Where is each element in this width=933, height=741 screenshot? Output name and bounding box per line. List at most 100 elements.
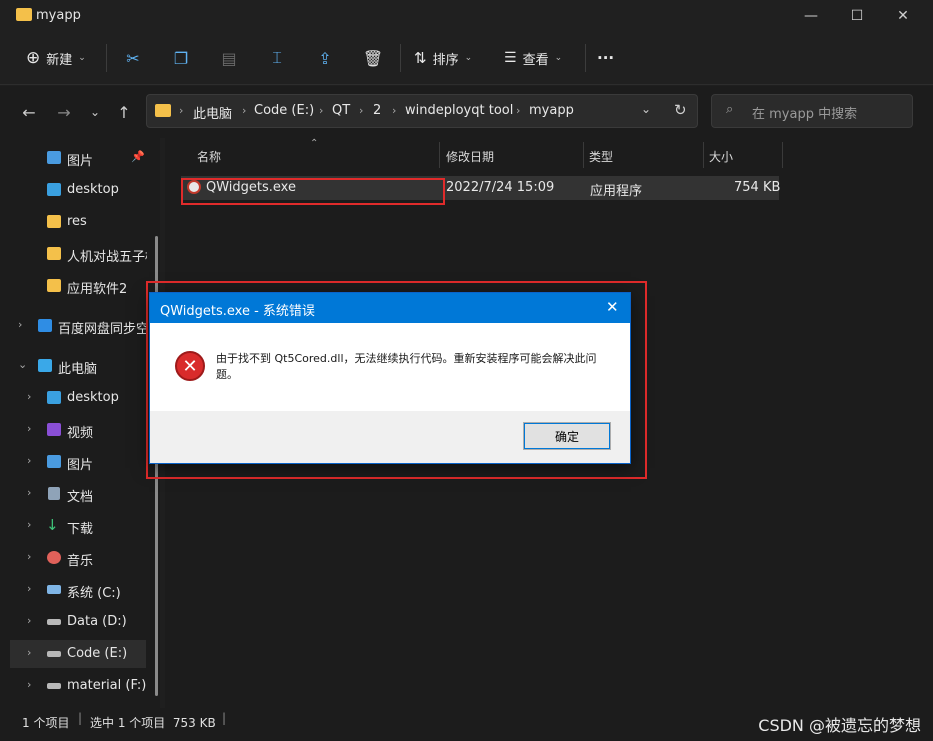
drive-icon — [47, 651, 61, 657]
breadcrumb-chevron-icon: › — [392, 104, 397, 117]
chevron-right-icon[interactable]: › — [18, 318, 22, 331]
paste-icon[interactable]: ▤ — [213, 42, 245, 74]
breadcrumb-item[interactable]: QT — [332, 103, 350, 118]
video-icon — [47, 423, 61, 436]
window-title: myapp — [36, 8, 81, 23]
chevron-right-icon[interactable]: › — [27, 582, 31, 595]
music-icon — [47, 551, 61, 564]
share-icon[interactable]: ⇪ — [309, 42, 341, 74]
chevron-right-icon[interactable]: › — [27, 454, 31, 467]
sidebar-item-drive-d[interactable]: › Data (D:) — [0, 608, 160, 636]
search-input[interactable]: ⌕ 在 myapp 中搜索 — [711, 94, 913, 128]
column-separator[interactable] — [583, 142, 584, 168]
more-options-button[interactable]: ··· — [597, 42, 614, 74]
minimize-icon[interactable]: — — [788, 0, 834, 32]
sidebar-item-drive-c[interactable]: › 系统 (C:) — [0, 576, 160, 604]
copy-icon[interactable]: ❐ — [165, 42, 197, 74]
selection-info: 选中 1 个项目 753 KB — [90, 716, 216, 730]
delete-icon[interactable]: 🗑 — [357, 42, 389, 74]
separator — [585, 44, 586, 72]
breadcrumb-item[interactable]: windeployqt tool — [405, 103, 513, 118]
chevron-down-icon: ⌄ — [464, 53, 473, 63]
breadcrumb-item[interactable]: Code (E:) — [254, 103, 314, 118]
chevron-down-icon[interactable]: ⌄ — [18, 358, 27, 371]
sidebar-item-pc-desktop[interactable]: › desktop — [0, 384, 160, 412]
new-button[interactable]: ⊕ 新建 ⌄ — [26, 42, 86, 74]
close-icon[interactable]: ✕ — [880, 0, 926, 32]
recent-chevron-icon[interactable]: ⌄ — [83, 100, 107, 124]
cut-icon[interactable]: ✂ — [117, 42, 149, 74]
chevron-right-icon[interactable]: › — [27, 390, 31, 403]
column-separator[interactable] — [439, 142, 440, 168]
sidebar-item-music[interactable]: › 音乐 — [0, 544, 160, 572]
refresh-icon[interactable]: ↻ — [674, 101, 687, 119]
folder-icon — [47, 215, 61, 228]
forward-arrow-icon[interactable]: → — [52, 100, 76, 124]
drive-icon — [47, 683, 61, 689]
search-icon: ⌕ — [726, 102, 734, 117]
search-placeholder: 在 myapp 中搜索 — [752, 107, 858, 122]
dialog-footer: 确定 — [150, 411, 630, 463]
address-dropdown-icon[interactable]: ⌄ — [641, 102, 651, 116]
breadcrumb-chevron-icon: › — [179, 104, 184, 117]
sidebar-item-pictures[interactable]: › 图片 — [0, 448, 160, 476]
pin-icon[interactable]: 📌 — [131, 150, 145, 163]
watermark-text: CSDN @被遗忘的梦想 — [758, 716, 921, 735]
cloud-icon — [38, 319, 52, 332]
back-arrow-icon[interactable]: ← — [17, 100, 41, 124]
separator — [400, 44, 401, 72]
breadcrumb-chevron-icon: › — [319, 104, 324, 117]
folder-icon — [47, 279, 61, 292]
dialog-title-bar[interactable]: QWidgets.exe - 系统错误 ✕ — [150, 293, 630, 323]
sort-button[interactable]: ⇅ 排序 ⌄ — [414, 42, 472, 74]
chevron-right-icon[interactable]: › — [27, 422, 31, 435]
sidebar-item-baidu-sync[interactable]: › 百度网盘同步空间 — [0, 312, 160, 340]
breadcrumb-item[interactable]: myapp — [529, 103, 574, 118]
breadcrumb-item[interactable]: 2 — [373, 103, 381, 118]
sidebar-item-pictures-pinned[interactable]: 图片 📌 — [0, 144, 160, 172]
sidebar-item-drive-f[interactable]: › material (F:) — [0, 672, 160, 700]
folder-icon — [155, 104, 171, 117]
column-header-size[interactable]: 大小 — [709, 148, 733, 172]
column-header-type[interactable]: 类型 — [589, 148, 613, 172]
chevron-right-icon[interactable]: › — [27, 678, 31, 691]
up-arrow-icon[interactable]: ↑ — [112, 100, 136, 124]
chevron-right-icon[interactable]: › — [27, 486, 31, 499]
file-size: 754 KB — [734, 180, 781, 195]
drive-c-icon — [47, 585, 61, 594]
pictures-icon — [47, 151, 61, 164]
chevron-down-icon: ⌄ — [78, 53, 86, 63]
dialog-body: ✕ 由于找不到 Qt5Cored.dll，无法继续执行代码。重新安装程序可能会解… — [150, 323, 630, 411]
sidebar-item-res[interactable]: res — [0, 208, 160, 236]
maximize-icon[interactable]: ☐ — [834, 0, 880, 32]
chevron-right-icon[interactable]: › — [27, 614, 31, 627]
address-bar[interactable]: › 此电脑 › Code (E:) › QT › 2 › windeployqt… — [146, 94, 698, 128]
command-bar: ⊕ 新建 ⌄ ✂ ❐ ▤ ⌶ ⇪ 🗑 ⇅ 排序 ⌄ ☰ 查看 ⌄ ··· — [0, 32, 933, 85]
column-separator[interactable] — [782, 142, 783, 168]
sidebar-item-apps2[interactable]: 应用软件2 — [0, 272, 160, 300]
close-icon[interactable]: ✕ — [606, 298, 619, 316]
chevron-right-icon[interactable]: › — [27, 646, 31, 659]
ok-button[interactable]: 确定 — [523, 422, 611, 450]
chevron-right-icon[interactable]: › — [27, 550, 31, 563]
breadcrumb-item[interactable]: 此电脑 — [193, 103, 232, 122]
column-header-name[interactable]: 名称 — [197, 148, 221, 172]
rename-icon[interactable]: ⌶ — [261, 42, 293, 74]
status-separator: | — [78, 711, 83, 725]
pc-icon — [38, 359, 52, 372]
sidebar-item-videos[interactable]: › 视频 — [0, 416, 160, 444]
sidebar-item-gomoku[interactable]: 人机对战五子棋 — [0, 240, 160, 268]
folder-icon — [47, 247, 61, 260]
drive-icon — [47, 619, 61, 625]
column-header-modified[interactable]: 修改日期 — [446, 148, 494, 172]
sidebar-item-documents[interactable]: › 文档 — [0, 480, 160, 508]
view-button[interactable]: ☰ 查看 ⌄ — [504, 42, 562, 74]
desktop-icon — [47, 391, 61, 404]
sidebar-item-this-pc[interactable]: ⌄ 此电脑 — [0, 352, 160, 380]
sidebar-item-drive-e[interactable]: › Code (E:) — [10, 640, 146, 668]
folder-icon — [16, 8, 32, 21]
sidebar-item-desktop[interactable]: desktop — [0, 176, 160, 204]
sidebar-item-downloads[interactable]: › ↓ 下载 — [0, 512, 160, 540]
column-separator[interactable] — [703, 142, 704, 168]
chevron-right-icon[interactable]: › — [27, 518, 31, 531]
